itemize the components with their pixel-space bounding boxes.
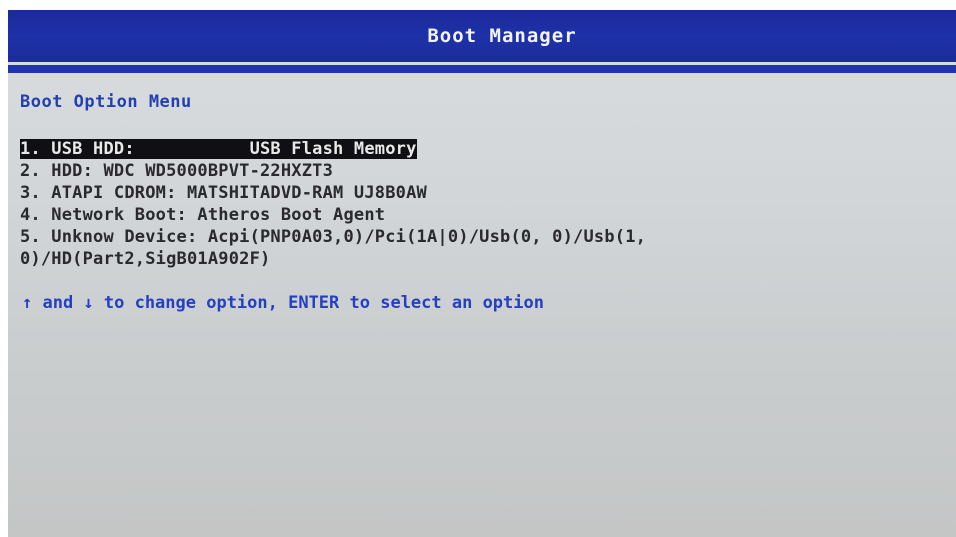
boot-option-label: 4. Network Boot: Atheros Boot Agent xyxy=(20,205,386,225)
title-bar: Boot Manager xyxy=(8,10,956,62)
boot-option-usb-hdd[interactable]: 1. USB HDD: USB Flash Memory xyxy=(20,138,940,160)
boot-option-label: 0)/HD(Part2,SigB01A902F) xyxy=(20,249,271,269)
boot-option-network[interactable]: 4. Network Boot: Atheros Boot Agent xyxy=(20,204,940,226)
window-title: Boot Manager xyxy=(427,25,577,47)
boot-option-label: 3. ATAPI CDROM: MATSHITADVD-RAM UJ8B0AW xyxy=(20,183,427,203)
boot-option-label: 1. USB HDD: USB Flash Memory xyxy=(20,139,417,159)
boot-option-unknown-device-continued[interactable]: 0)/HD(Part2,SigB01A902F) xyxy=(20,248,940,270)
menu-heading: Boot Option Menu xyxy=(20,92,192,112)
title-divider xyxy=(8,65,956,73)
boot-manager-screen: Boot Manager Boot Option Menu 1. USB HDD… xyxy=(8,10,956,537)
boot-option-hdd[interactable]: 2. HDD: WDC WD5000BPVT-22HXZT3 xyxy=(20,160,940,182)
boot-option-list: 1. USB HDD: USB Flash Memory 2. HDD: WDC… xyxy=(20,138,940,270)
boot-option-label: 5. Unknow Device: Acpi(PNP0A03,0)/Pci(1A… xyxy=(20,227,647,247)
boot-option-unknown-device[interactable]: 5. Unknow Device: Acpi(PNP0A03,0)/Pci(1A… xyxy=(20,226,940,248)
boot-option-label: 2. HDD: WDC WD5000BPVT-22HXZT3 xyxy=(20,161,334,181)
navigation-hint: ↑ and ↓ to change option, ENTER to selec… xyxy=(22,293,544,313)
boot-option-cdrom[interactable]: 3. ATAPI CDROM: MATSHITADVD-RAM UJ8B0AW xyxy=(20,182,940,204)
